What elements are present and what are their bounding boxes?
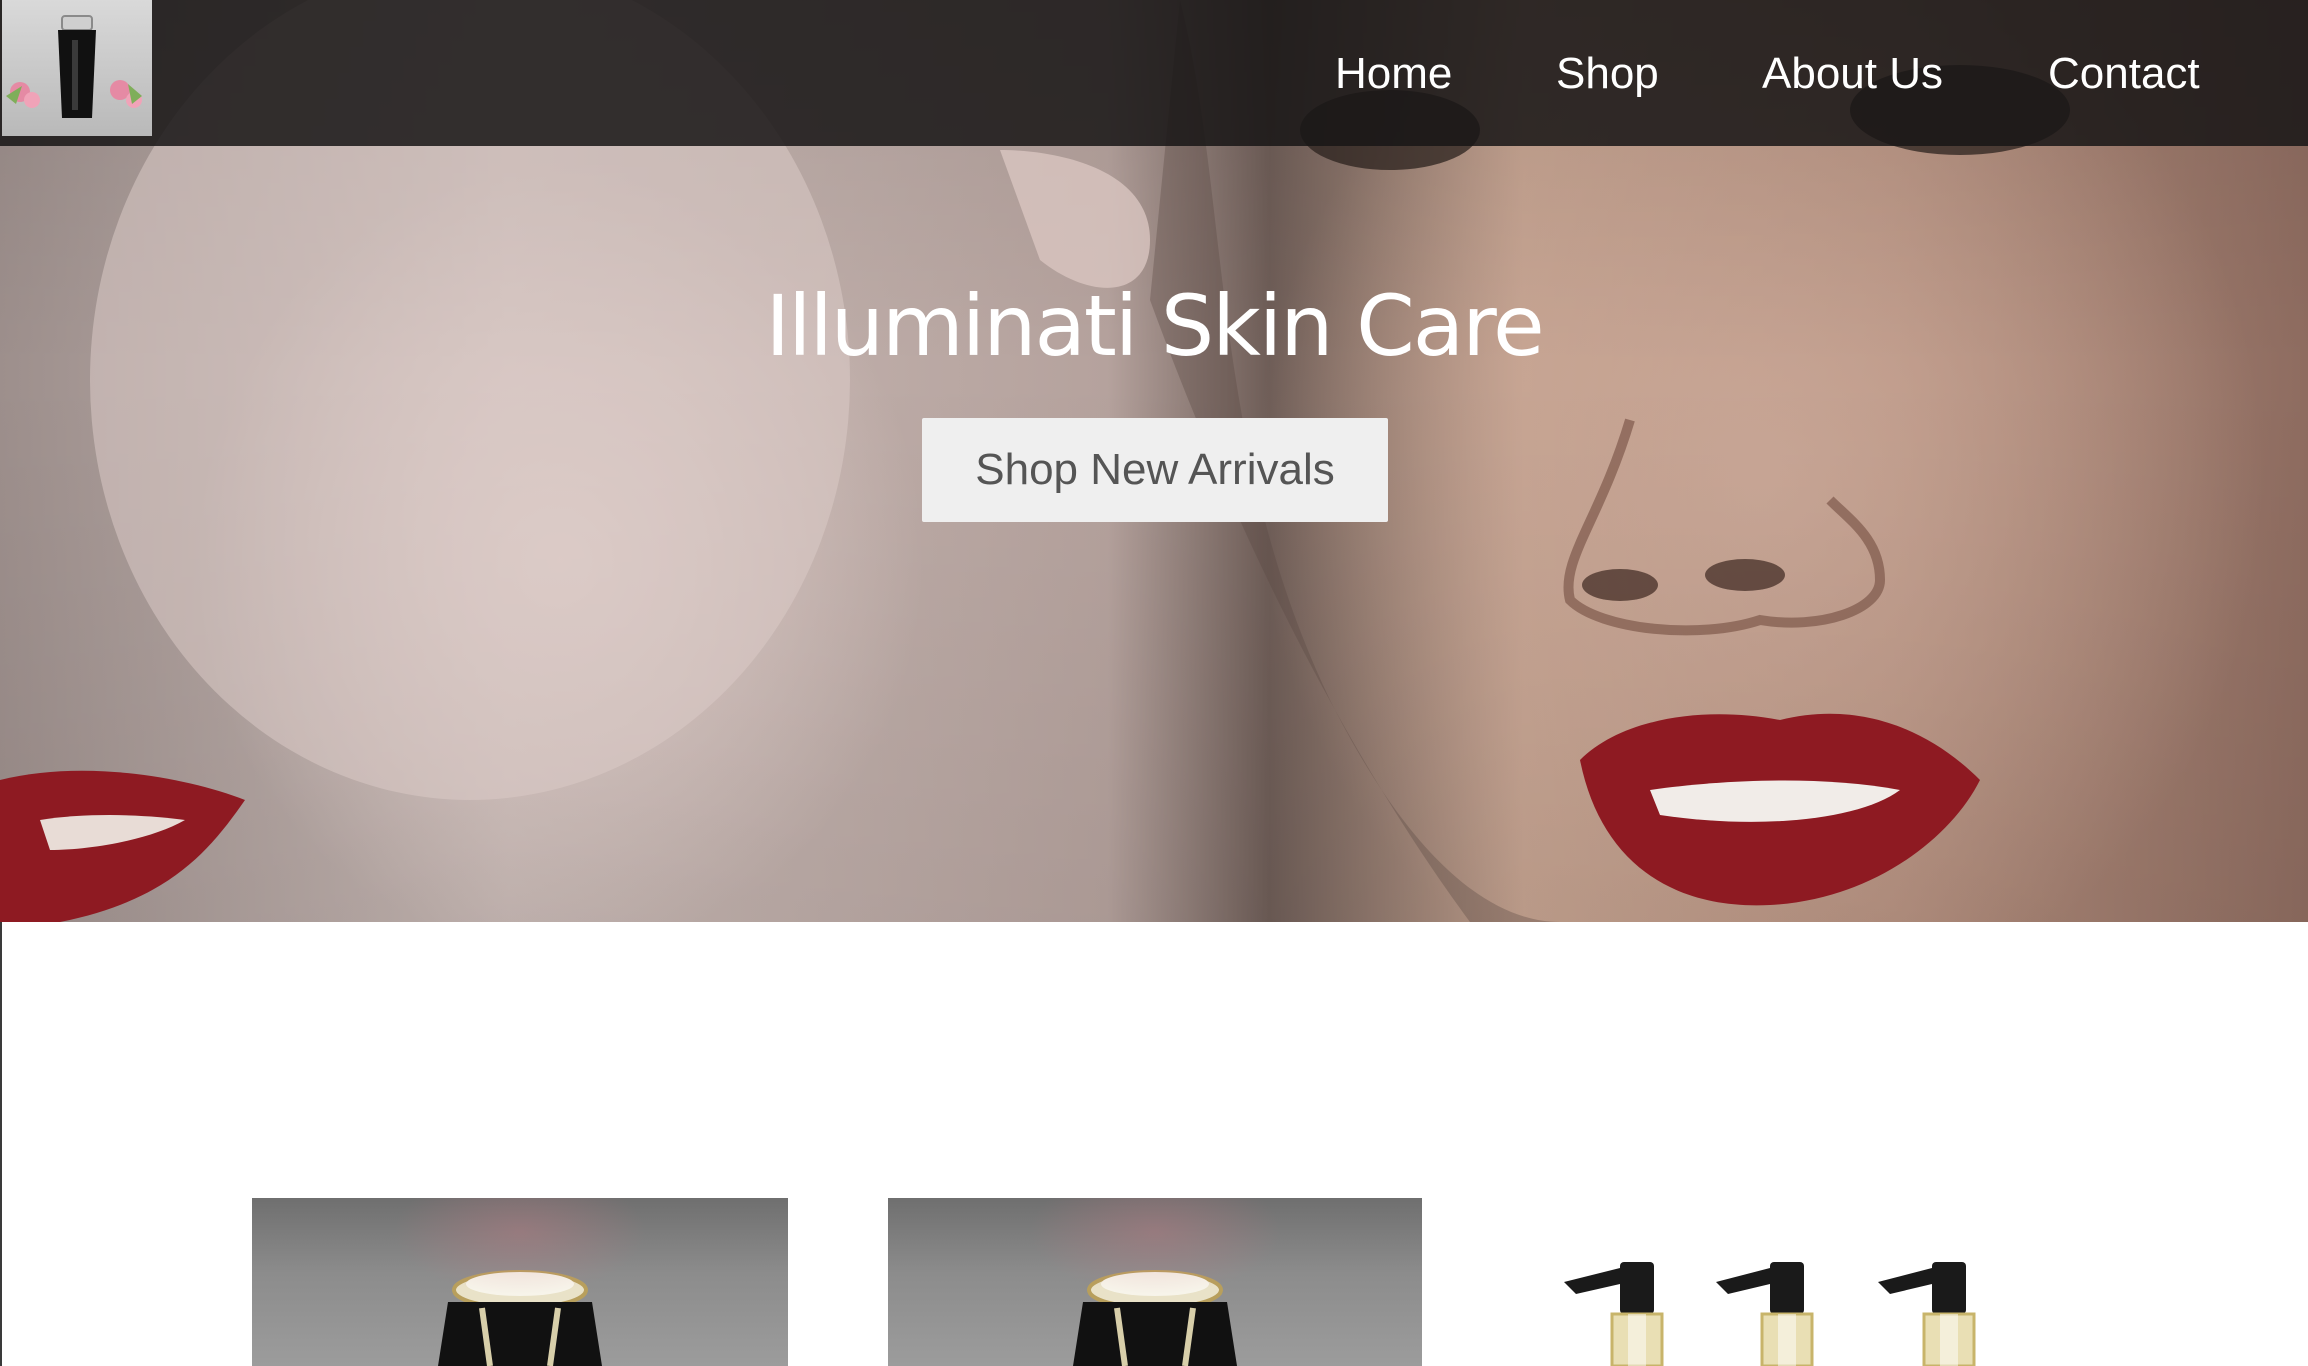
page-left-border <box>0 922 2 1366</box>
product-card-2[interactable] <box>888 1198 1422 1366</box>
hero-title: Illuminati Skin Care <box>765 277 1544 376</box>
top-navbar: Home Shop About Us Contact <box>0 0 2308 146</box>
left-face-lips <box>0 770 245 922</box>
product-card-1[interactable] <box>252 1198 788 1366</box>
product-card-3[interactable] <box>1508 1198 2044 1366</box>
right-face-nostril-left <box>1582 569 1658 601</box>
left-face-ear <box>1000 150 1150 288</box>
nav-links: Home Shop About Us Contact <box>0 44 2308 104</box>
nav-contact-link[interactable]: Contact <box>2048 44 2200 104</box>
nav-shop-link[interactable]: Shop <box>1556 44 1659 104</box>
pump-bottles-image-icon <box>1564 1262 1976 1366</box>
nav-about-link[interactable]: About Us <box>1762 44 1943 104</box>
nav-home-link[interactable]: Home <box>1335 44 1452 104</box>
right-face-nostril-right <box>1705 559 1785 591</box>
shop-new-arrivals-button[interactable]: Shop New Arrivals <box>922 418 1388 522</box>
